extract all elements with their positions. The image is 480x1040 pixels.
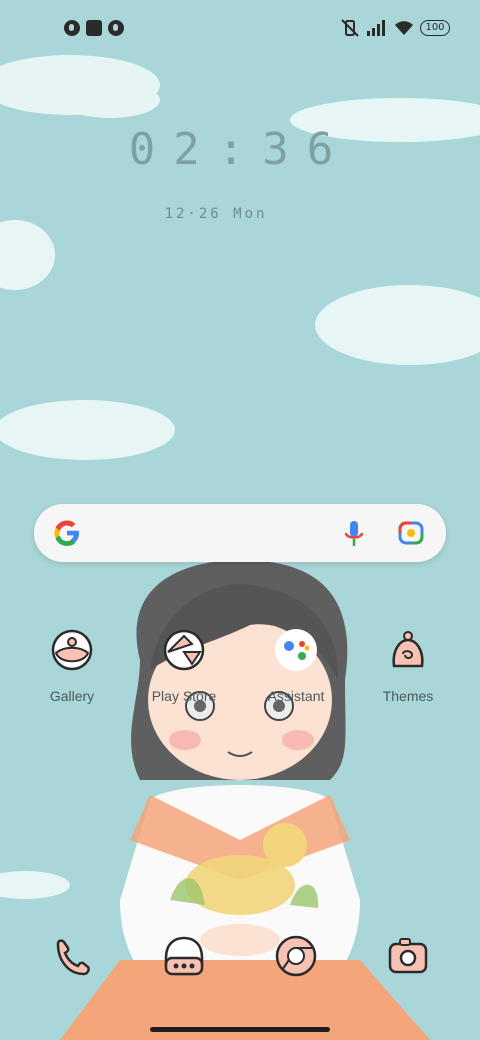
gallery-icon bbox=[51, 629, 93, 671]
wifi-icon bbox=[395, 21, 413, 35]
dock-chrome[interactable] bbox=[246, 934, 346, 982]
app-label: Assistant bbox=[267, 688, 325, 704]
phone-icon bbox=[56, 939, 90, 976]
notification-square-icon bbox=[86, 20, 102, 36]
camera-icon bbox=[388, 938, 428, 974]
messages-icon bbox=[164, 936, 204, 976]
app-play-store[interactable]: Play Store bbox=[134, 628, 234, 704]
signal-icon bbox=[367, 20, 385, 36]
themes-icon bbox=[392, 631, 424, 668]
clock-date[interactable]: 12·26 Mon bbox=[0, 206, 432, 222]
notification-icon-2 bbox=[108, 20, 124, 36]
app-gallery[interactable]: Gallery bbox=[22, 628, 122, 704]
google-g-icon bbox=[54, 520, 79, 546]
app-label: Gallery bbox=[49, 688, 95, 704]
app-label: Play Store bbox=[151, 688, 217, 704]
status-bar-system: 100 bbox=[340, 16, 450, 40]
chrome-icon bbox=[275, 935, 317, 977]
dock-camera[interactable] bbox=[358, 934, 458, 982]
notification-icon-1 bbox=[64, 20, 80, 36]
google-search-bar[interactable] bbox=[34, 504, 446, 562]
dock-phone[interactable] bbox=[22, 934, 122, 982]
dock-messages[interactable] bbox=[134, 934, 234, 982]
assistant-icon bbox=[275, 629, 317, 671]
clock-time[interactable]: 02:36 bbox=[0, 124, 480, 175]
gesture-home-bar[interactable] bbox=[150, 1027, 330, 1032]
app-themes[interactable]: Themes bbox=[358, 628, 458, 704]
app-label: Themes bbox=[382, 688, 434, 704]
battery-indicator: 100 bbox=[420, 20, 450, 36]
app-assistant[interactable]: Assistant bbox=[246, 628, 346, 704]
status-bar-notifications bbox=[64, 18, 124, 38]
vibrate-off-icon bbox=[341, 19, 359, 37]
mic-icon[interactable] bbox=[342, 520, 366, 548]
play-store-icon bbox=[163, 629, 205, 671]
lens-icon[interactable] bbox=[398, 521, 424, 545]
